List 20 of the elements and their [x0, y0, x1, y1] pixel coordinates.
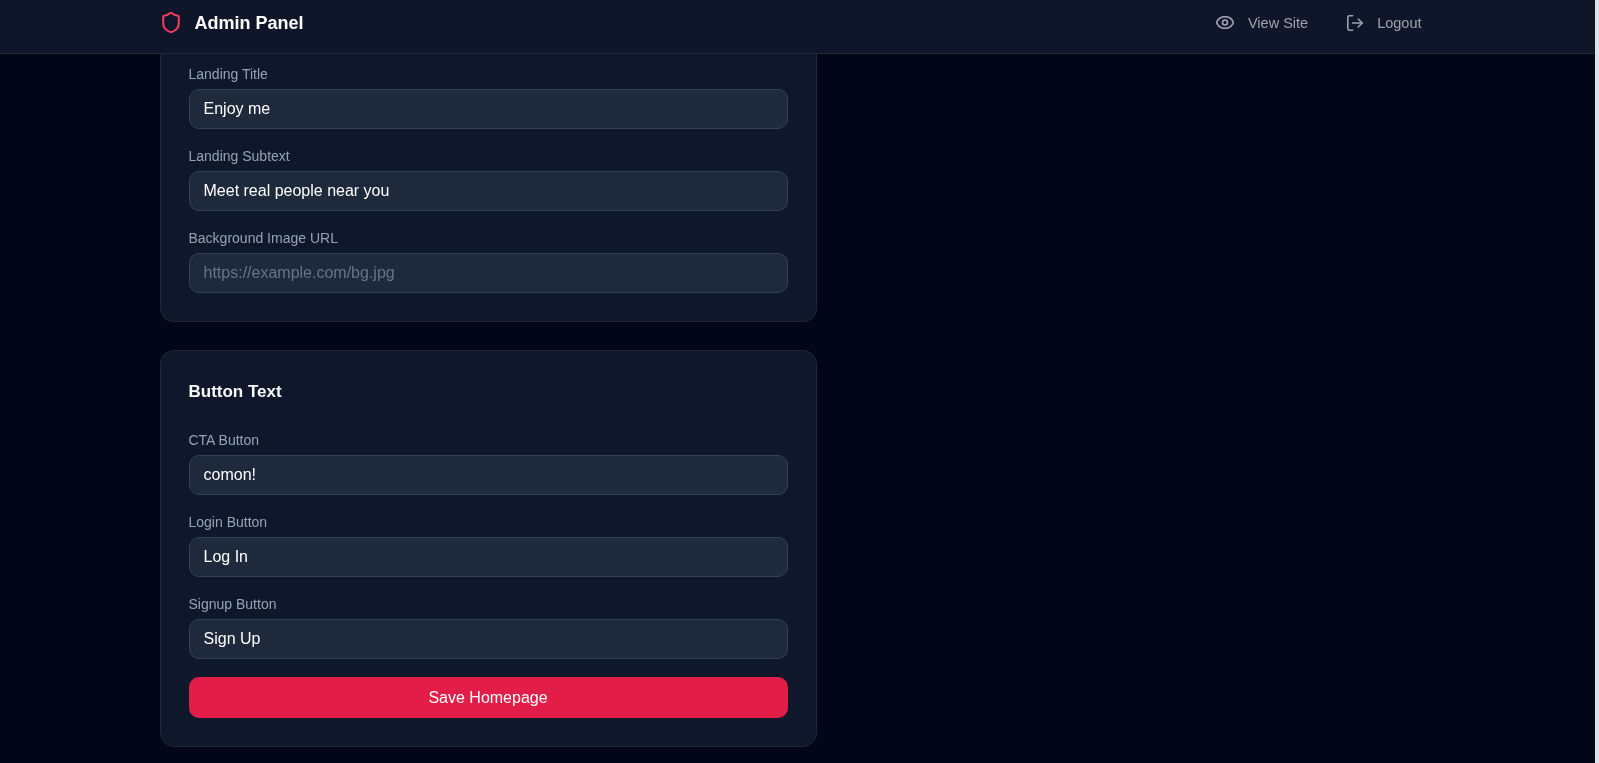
field-label: Background Image URL — [188, 229, 339, 248]
view-site-link[interactable]: View Site — [1201, 8, 1323, 37]
eye-icon — [1215, 16, 1234, 29]
field-label: Landing Subtext — [188, 147, 291, 166]
text-input[interactable]: Log In — [188, 537, 788, 577]
save-button[interactable]: Save Homepage — [188, 677, 788, 718]
text-input[interactable]: Meet real people near you — [188, 171, 788, 211]
logout-link[interactable]: Logout — [1333, 8, 1436, 37]
text-input[interactable]: Enjoy me — [188, 89, 788, 129]
field-label: Login Button — [188, 513, 269, 532]
text-input[interactable]: Sign Up — [188, 619, 788, 659]
logout-icon — [1347, 14, 1364, 31]
section-heading: Button Text — [188, 381, 283, 403]
app-title: Admin Panel — [194, 11, 304, 35]
field-label: CTA Button — [188, 431, 261, 450]
text-input[interactable]: comon! — [188, 455, 788, 495]
text-input[interactable]: https://example.com/bg.jpg — [188, 253, 788, 293]
shield-icon — [161, 12, 180, 33]
field-label: Landing Title — [188, 65, 269, 84]
field-label: Signup Button — [188, 595, 278, 614]
